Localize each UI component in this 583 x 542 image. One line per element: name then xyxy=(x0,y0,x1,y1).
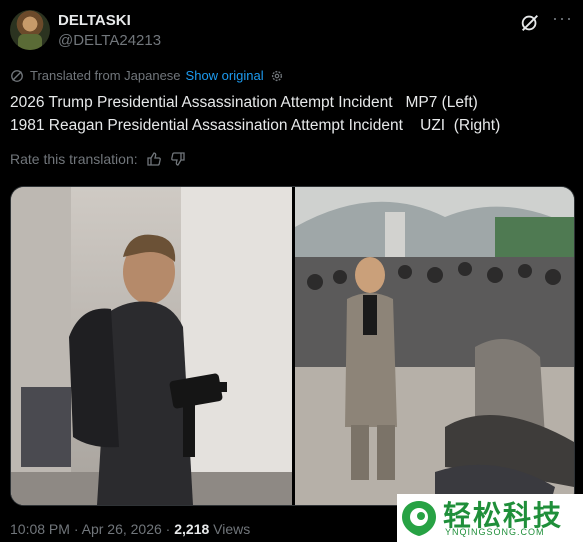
photo-right-illustration xyxy=(295,187,574,505)
photo-left-illustration xyxy=(11,187,292,505)
media-grid xyxy=(10,186,575,506)
separator: · xyxy=(69,521,82,537)
separator: · xyxy=(161,521,175,537)
views-label: Views xyxy=(209,521,251,537)
thumb-down-icon[interactable] xyxy=(170,151,186,167)
grok-icon[interactable] xyxy=(519,12,541,34)
views-count: 2,218 xyxy=(174,521,210,537)
watermark: 轻松科技 YNQINGSONG.COM xyxy=(397,494,583,542)
show-original-link[interactable]: Show original xyxy=(186,68,264,83)
photo-agent-with-mp7[interactable] xyxy=(11,187,292,505)
settings-icon[interactable] xyxy=(270,69,284,83)
tweet-date[interactable]: Apr 26, 2026 xyxy=(82,521,162,537)
thumb-up-icon[interactable] xyxy=(146,151,162,167)
tweet-time[interactable]: 10:08 PM xyxy=(10,521,70,537)
tweet-text: 2026 Trump Presidential Assassination At… xyxy=(10,91,573,137)
tweet-line: 1981 Reagan Presidential Assassination A… xyxy=(10,117,501,134)
translation-label: Translated from Japanese xyxy=(30,68,181,83)
user-handle[interactable]: @DELTA24213 xyxy=(58,32,161,49)
more-icon[interactable]: ··· xyxy=(552,8,573,29)
display-name[interactable]: DELTASKI xyxy=(58,12,131,29)
translation-bar: Translated from Japanese Show original xyxy=(10,68,284,83)
rate-translation: Rate this translation: xyxy=(10,151,186,167)
watermark-logo-icon xyxy=(402,501,436,536)
rate-label: Rate this translation: xyxy=(10,151,138,167)
translate-icon xyxy=(11,69,23,82)
tweet-footer: 10:08 PM · Apr 26, 2026 · 2,218 Views xyxy=(10,521,250,537)
tweet-header: DELTASKI @DELTA24213 ··· xyxy=(10,8,573,54)
avatar[interactable] xyxy=(10,10,50,50)
tweet-line: 2026 Trump Presidential Assassination At… xyxy=(10,94,478,111)
watermark-subtitle: YNQINGSONG.COM xyxy=(445,527,545,537)
photo-reagan-agent-with-uzi[interactable] xyxy=(295,187,574,505)
